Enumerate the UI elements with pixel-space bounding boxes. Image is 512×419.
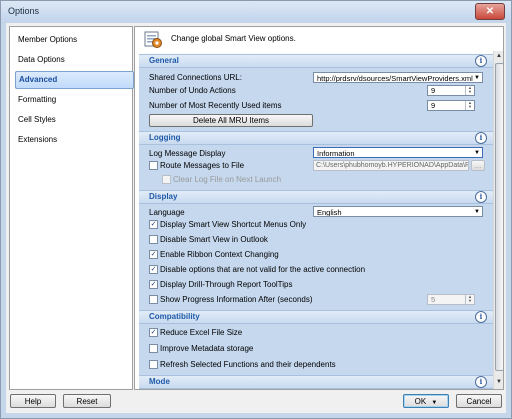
sidebar-item-cell-styles[interactable]: Cell Styles (15, 112, 132, 128)
log-display-combo[interactable]: Information ▼ (313, 147, 483, 158)
reset-button[interactable]: Reset (63, 394, 111, 408)
progress-info-label: Show Progress Information After (seconds… (160, 295, 313, 304)
section-display[interactable]: Display i (139, 190, 493, 204)
section-compatibility[interactable]: Compatibility i (139, 310, 493, 324)
sidebar-item-formatting[interactable]: Formatting (15, 92, 132, 108)
reduce-file-size-checkbox[interactable]: ✓ (149, 328, 158, 337)
ribbon-context-label: Enable Ribbon Context Changing (160, 250, 279, 259)
scroll-up-arrow-icon[interactable]: ▲ (495, 52, 503, 61)
mru-items-stepper[interactable]: 9 ▲ ▼ (427, 100, 475, 111)
undo-actions-label: Number of Undo Actions (149, 86, 236, 95)
metadata-storage-label: Improve Metadata storage (160, 344, 254, 353)
ok-button-label: OK (414, 397, 427, 406)
disable-outlook-label: Disable Smart View in Outlook (160, 235, 268, 244)
info-icon[interactable]: i (475, 311, 487, 323)
options-content: General i Shared Connections URL: http:/… (139, 54, 493, 389)
mru-items-value: 9 (431, 101, 436, 110)
options-panel: Change global Smart View options. Genera… (134, 26, 504, 390)
shared-connections-combo[interactable]: http://prdsrv/dsources/SmartViewProvider… (313, 72, 483, 83)
spinner-arrows-icon[interactable]: ▲ ▼ (465, 101, 474, 110)
undo-actions-value: 9 (431, 86, 436, 95)
info-icon[interactable]: i (475, 132, 487, 144)
info-icon[interactable]: i (475, 55, 487, 67)
clear-log-checkbox (162, 175, 171, 184)
language-label: Language (149, 208, 185, 217)
progress-seconds-stepper: 5 ▲ ▼ (427, 294, 475, 305)
window-title: Options (8, 6, 40, 16)
language-value: English (317, 208, 342, 217)
help-button[interactable]: Help (10, 394, 56, 408)
refresh-functions-label: Refresh Selected Functions and their dep… (160, 360, 336, 369)
section-title: Logging (149, 133, 181, 142)
spinner-arrows-icon: ▲ ▼ (465, 295, 474, 304)
chevron-down-icon[interactable]: ▼ (431, 400, 437, 406)
dialog-client: Member Options Data Options Advanced For… (6, 23, 506, 413)
sidebar-item-data-options[interactable]: Data Options (15, 52, 132, 68)
shortcut-menus-label: Display Smart View Shortcut Menus Only (160, 220, 307, 229)
chevron-down-icon: ▼ (474, 75, 480, 81)
log-display-value: Information (317, 149, 355, 158)
close-button[interactable]: ✕ (475, 3, 505, 20)
ok-button[interactable]: OK ▼ (403, 394, 449, 408)
disable-outlook-checkbox[interactable] (149, 235, 158, 244)
log-file-path-field: C:\Users\phubhomoyb.HYPERIONAD\AppData\R… (313, 160, 469, 171)
progress-seconds-value: 5 (431, 295, 436, 304)
route-messages-checkbox[interactable] (149, 161, 158, 170)
chevron-down-icon: ▼ (474, 150, 480, 156)
section-logging[interactable]: Logging i (139, 131, 493, 145)
chevron-down-icon: ▼ (474, 209, 480, 215)
panel-header-text: Change global Smart View options. (171, 34, 296, 43)
panel-header: Change global Smart View options. (135, 27, 503, 51)
shared-connections-label: Shared Connections URL: (149, 73, 242, 82)
reduce-file-size-label: Reduce Excel File Size (160, 328, 243, 337)
info-icon[interactable]: i (475, 376, 487, 388)
ribbon-context-checkbox[interactable]: ✓ (149, 250, 158, 259)
section-title: Mode (149, 377, 170, 386)
vertical-scrollbar[interactable]: ▲ ▼ (493, 51, 503, 389)
refresh-functions-checkbox[interactable] (149, 360, 158, 369)
language-combo[interactable]: English ▼ (313, 206, 483, 217)
disable-invalid-options-checkbox[interactable]: ✓ (149, 265, 158, 274)
cancel-button[interactable]: Cancel (456, 394, 502, 408)
drill-through-tooltips-label: Display Drill-Through Report ToolTips (160, 280, 293, 289)
undo-actions-stepper[interactable]: 9 ▲ ▼ (427, 85, 475, 96)
scrollbar-thumb[interactable] (495, 63, 503, 371)
section-title: Display (149, 192, 178, 201)
browse-button[interactable]: ... (471, 160, 485, 171)
sidebar: Member Options Data Options Advanced For… (9, 26, 134, 390)
info-icon[interactable]: i (475, 191, 487, 203)
section-general[interactable]: General i (139, 54, 493, 68)
disable-invalid-options-label: Disable options that are not valid for t… (160, 265, 366, 274)
clear-log-label: Clear Log File on Next Launch (173, 175, 282, 184)
delete-mru-button[interactable]: Delete All MRU Items (149, 114, 313, 127)
section-title: General (149, 56, 179, 65)
sidebar-item-advanced[interactable]: Advanced (15, 71, 134, 89)
shared-connections-value: http://prdsrv/dsources/SmartViewProvider… (317, 74, 473, 83)
section-mode[interactable]: Mode i (139, 375, 493, 389)
metadata-storage-checkbox[interactable] (149, 344, 158, 353)
log-display-label: Log Message Display (149, 149, 226, 158)
scroll-down-arrow-icon[interactable]: ▼ (495, 378, 503, 387)
options-window: Options ✕ Member Options Data Options Ad… (0, 0, 512, 419)
spinner-arrows-icon[interactable]: ▲ ▼ (465, 86, 474, 95)
progress-info-checkbox[interactable] (149, 295, 158, 304)
title-bar: Options ✕ (1, 1, 511, 21)
sidebar-item-member-options[interactable]: Member Options (15, 32, 132, 48)
section-title: Compatibility (149, 312, 200, 321)
smart-view-options-icon (144, 31, 162, 48)
drill-through-tooltips-checkbox[interactable]: ✓ (149, 280, 158, 289)
shortcut-menus-checkbox[interactable]: ✓ (149, 220, 158, 229)
sidebar-item-extensions[interactable]: Extensions (15, 132, 132, 148)
route-messages-label: Route Messages to File (160, 161, 245, 170)
mru-items-label: Number of Most Recently Used items (149, 101, 282, 110)
